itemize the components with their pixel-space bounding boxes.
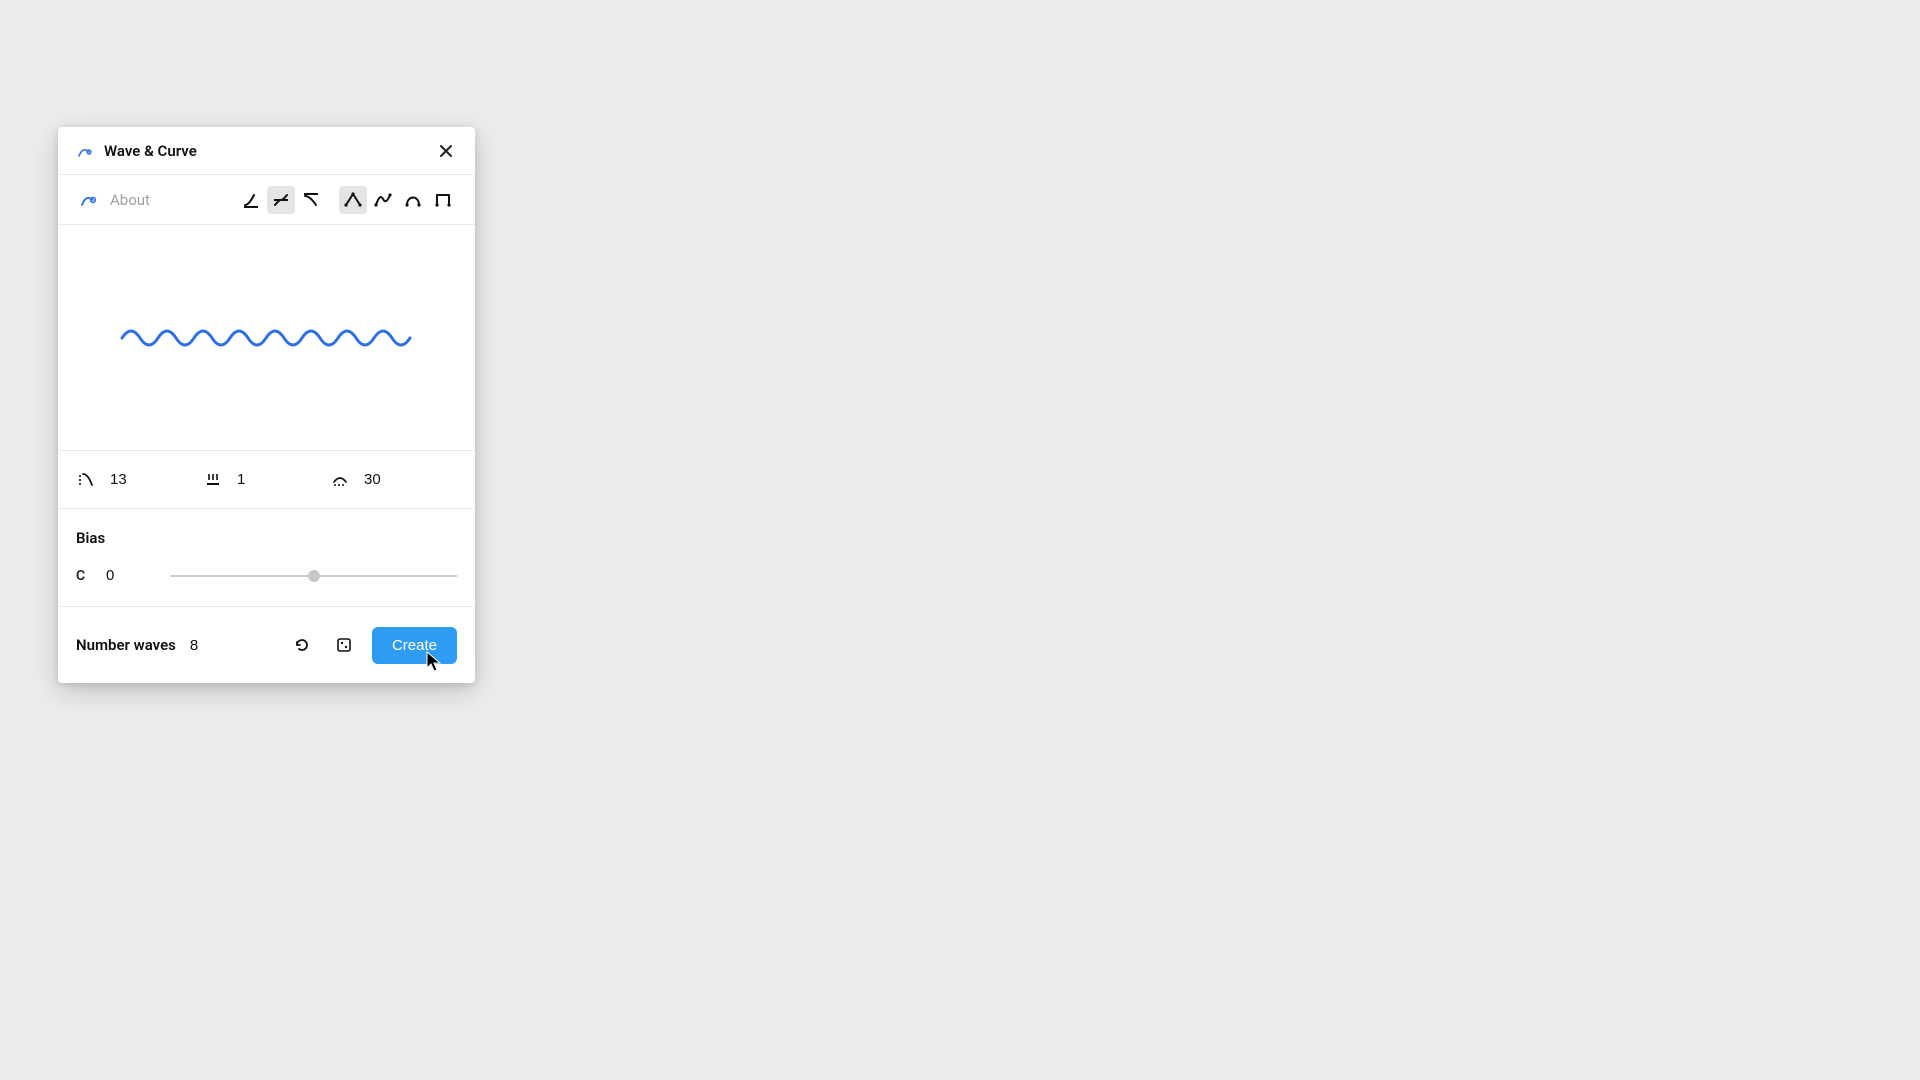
wave-tab-icon[interactable] — [76, 187, 102, 213]
curve-up-icon — [240, 189, 262, 211]
curve-strength-input[interactable] — [110, 471, 166, 488]
close-button[interactable] — [435, 140, 457, 162]
arc-height-icon — [330, 470, 350, 490]
curve-mode-top[interactable] — [297, 186, 325, 214]
wave-preview-svg — [117, 318, 417, 358]
randomize-button[interactable] — [330, 631, 358, 659]
bias-slider-wrap — [170, 575, 457, 577]
param-curve-strength — [76, 470, 203, 490]
triangle-wave-icon — [342, 189, 364, 211]
number-waves-label: Number waves — [76, 636, 176, 654]
reset-button[interactable] — [288, 631, 316, 659]
bias-title: Bias — [76, 529, 457, 547]
about-tab[interactable]: About — [110, 191, 237, 209]
panel-title: Wave & Curve — [104, 142, 435, 160]
wave-curve-panel: Wave & Curve About — [58, 127, 475, 683]
params-row — [58, 451, 475, 509]
close-icon — [438, 143, 454, 159]
arc-height-input[interactable] — [364, 471, 420, 488]
curve-mode-bottom[interactable] — [237, 186, 265, 214]
number-waves-input[interactable] — [190, 637, 234, 654]
bias-slider[interactable] — [170, 575, 457, 577]
curve-mode-center[interactable] — [267, 186, 295, 214]
stroke-width-input[interactable] — [237, 471, 293, 488]
bias-symbol: C — [76, 568, 90, 584]
shape-square[interactable] — [429, 186, 457, 214]
wave-preview — [58, 225, 475, 451]
footer: Number waves Create — [58, 607, 475, 683]
square-wave-icon — [432, 189, 454, 211]
curve-down-icon — [300, 189, 322, 211]
stroke-width-icon — [203, 470, 223, 490]
bias-section: Bias C — [58, 509, 475, 607]
dice-icon — [334, 635, 354, 655]
curve-strength-icon — [76, 470, 96, 490]
wave-shape-group — [339, 186, 457, 214]
shape-triangle[interactable] — [339, 186, 367, 214]
shape-sine[interactable] — [369, 186, 397, 214]
param-arc-height — [330, 470, 457, 490]
sine-wave-icon — [372, 189, 394, 211]
toolbar: About — [58, 175, 475, 225]
shape-loop[interactable] — [399, 186, 427, 214]
app-logo-icon — [76, 142, 94, 160]
bias-value-input[interactable] — [106, 567, 154, 584]
loop-wave-icon — [402, 189, 424, 211]
param-stroke-width — [203, 470, 330, 490]
reset-icon — [292, 635, 312, 655]
curve-s-icon — [270, 189, 292, 211]
create-button[interactable]: Create — [372, 627, 457, 664]
titlebar: Wave & Curve — [58, 127, 475, 175]
bias-row: C — [76, 567, 457, 584]
curve-mode-group — [237, 186, 325, 214]
